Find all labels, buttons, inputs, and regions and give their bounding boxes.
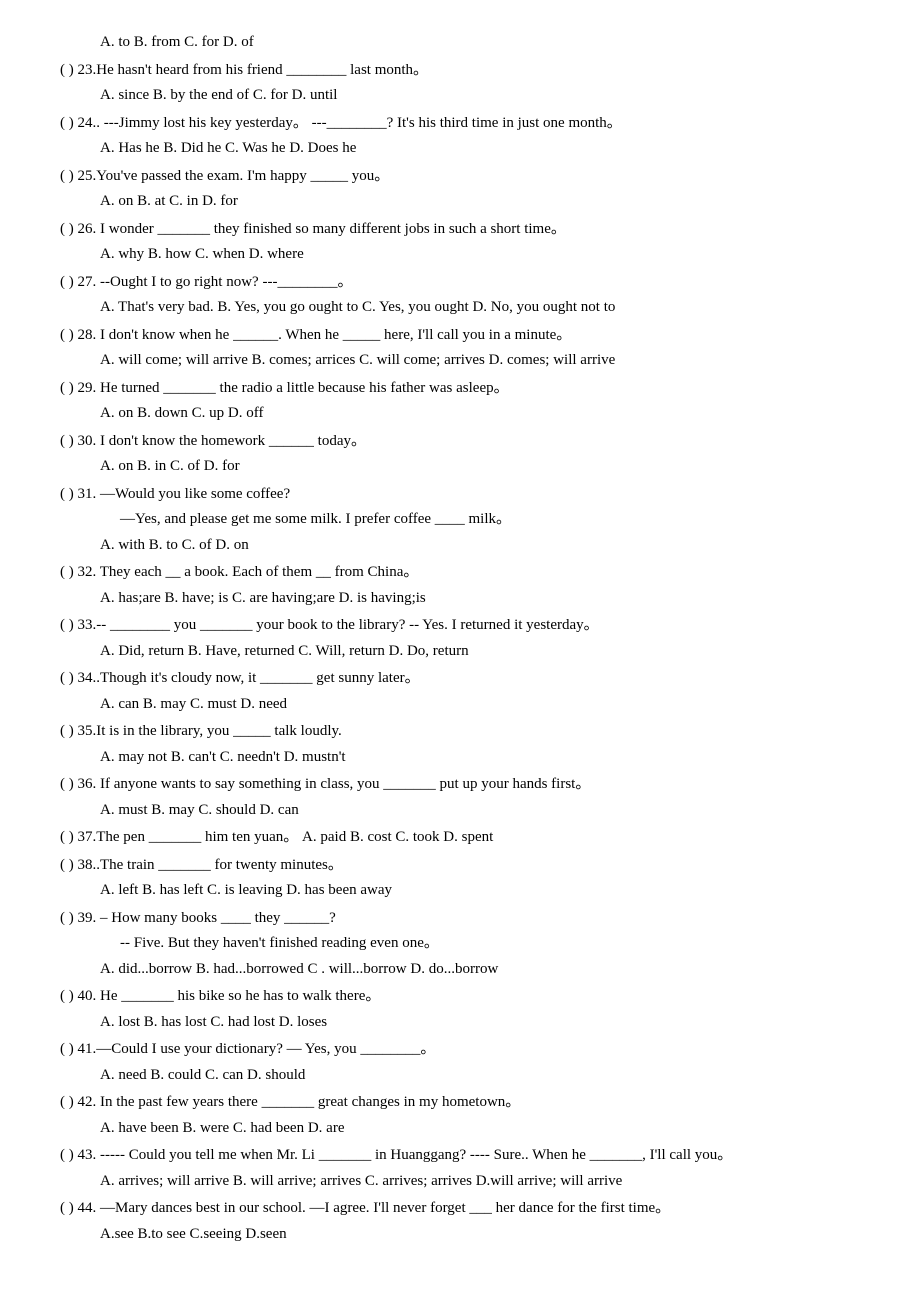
q44-block: ( ) 44. —Mary dances best in our school.… xyxy=(60,1196,860,1247)
q24-block: ( ) 24.. ---Jimmy lost his key yesterday… xyxy=(60,111,860,162)
top-options: A. to B. from C. for D. of xyxy=(60,30,860,56)
q28-question: ( ) 28. I don't know when he ______. Whe… xyxy=(60,323,860,349)
q42-block: ( ) 42. In the past few years there ____… xyxy=(60,1090,860,1141)
q24-options: A. Has he B. Did he C. Was he D. Does he xyxy=(60,136,860,162)
q33-block: ( ) 33.-- ________ you _______ your book… xyxy=(60,613,860,664)
top-options-block: A. to B. from C. for D. of xyxy=(60,30,860,56)
q40-question: ( ) 40. He _______ his bike so he has to… xyxy=(60,984,860,1010)
q26-question: ( ) 26. I wonder _______ they finished s… xyxy=(60,217,860,243)
q41-question: ( ) 41.—Could I use your dictionary? — Y… xyxy=(60,1037,860,1063)
q27-block: ( ) 27. --Ought I to go right now? ---__… xyxy=(60,270,860,321)
q33-options: A. Did, return B. Have, returned C. Will… xyxy=(60,639,860,665)
q37-question: ( ) 37.The pen _______ him ten yuan。 A. … xyxy=(60,825,860,851)
q34-question: ( ) 34..Though it's cloudy now, it _____… xyxy=(60,666,860,692)
q38-question: ( ) 38..The train _______ for twenty min… xyxy=(60,853,860,879)
q35-options: A. may not B. can't C. needn't D. mustn'… xyxy=(60,745,860,771)
q40-block: ( ) 40. He _______ his bike so he has to… xyxy=(60,984,860,1035)
q39-sub: -- Five. But they haven't finished readi… xyxy=(60,931,860,957)
q36-question: ( ) 36. If anyone wants to say something… xyxy=(60,772,860,798)
q40-options: A. lost B. has lost C. had lost D. loses xyxy=(60,1010,860,1036)
q28-block: ( ) 28. I don't know when he ______. Whe… xyxy=(60,323,860,374)
q31-sub: —Yes, and please get me some milk. I pre… xyxy=(60,507,860,533)
q38-block: ( ) 38..The train _______ for twenty min… xyxy=(60,853,860,904)
q31-options: A. with B. to C. of D. on xyxy=(60,533,860,559)
quiz-container: A. to B. from C. for D. of ( ) 23.He has… xyxy=(60,30,860,1247)
q32-options: A. has;are B. have; is C. are having;are… xyxy=(60,586,860,612)
q31-question: ( ) 31. —Would you like some coffee? xyxy=(60,482,860,508)
q43-question: ( ) 43. ----- Could you tell me when Mr.… xyxy=(60,1143,860,1169)
q35-question: ( ) 35.It is in the library, you _____ t… xyxy=(60,719,860,745)
q37-block: ( ) 37.The pen _______ him ten yuan。 A. … xyxy=(60,825,860,851)
q30-block: ( ) 30. I don't know the homework ______… xyxy=(60,429,860,480)
q32-block: ( ) 32. They each __ a book. Each of the… xyxy=(60,560,860,611)
q41-options: A. need B. could C. can D. should xyxy=(60,1063,860,1089)
q31-block: ( ) 31. —Would you like some coffee? —Ye… xyxy=(60,482,860,559)
q39-options: A. did...borrow B. had...borrowed C . wi… xyxy=(60,957,860,983)
q32-question: ( ) 32. They each __ a book. Each of the… xyxy=(60,560,860,586)
q27-question: ( ) 27. --Ought I to go right now? ---__… xyxy=(60,270,860,296)
q39-block: ( ) 39. – How many books ____ they _____… xyxy=(60,906,860,983)
q34-block: ( ) 34..Though it's cloudy now, it _____… xyxy=(60,666,860,717)
q30-options: A. on B. in C. of D. for xyxy=(60,454,860,480)
q35-block: ( ) 35.It is in the library, you _____ t… xyxy=(60,719,860,770)
q26-block: ( ) 26. I wonder _______ they finished s… xyxy=(60,217,860,268)
q25-options: A. on B. at C. in D. for xyxy=(60,189,860,215)
q29-question: ( ) 29. He turned _______ the radio a li… xyxy=(60,376,860,402)
q43-block: ( ) 43. ----- Could you tell me when Mr.… xyxy=(60,1143,860,1194)
q34-options: A. can B. may C. must D. need xyxy=(60,692,860,718)
q39-question: ( ) 39. – How many books ____ they _____… xyxy=(60,906,860,932)
q36-block: ( ) 36. If anyone wants to say something… xyxy=(60,772,860,823)
q30-question: ( ) 30. I don't know the homework ______… xyxy=(60,429,860,455)
q41-block: ( ) 41.—Could I use your dictionary? — Y… xyxy=(60,1037,860,1088)
q23-question: ( ) 23.He hasn't heard from his friend _… xyxy=(60,58,860,84)
q43-options: A. arrives; will arrive B. will arrive; … xyxy=(60,1169,860,1195)
q42-question: ( ) 42. In the past few years there ____… xyxy=(60,1090,860,1116)
q42-options: A. have been B. were C. had been D. are xyxy=(60,1116,860,1142)
q26-options: A. why B. how C. when D. where xyxy=(60,242,860,268)
q44-question: ( ) 44. —Mary dances best in our school.… xyxy=(60,1196,860,1222)
q38-options: A. left B. has left C. is leaving D. has… xyxy=(60,878,860,904)
q33-question: ( ) 33.-- ________ you _______ your book… xyxy=(60,613,860,639)
q23-options: A. since B. by the end of C. for D. unti… xyxy=(60,83,860,109)
q44-options: A.see B.to see C.seeing D.seen xyxy=(60,1222,860,1248)
q28-options: A. will come; will arrive B. comes; arri… xyxy=(60,348,860,374)
q25-block: ( ) 25.You've passed the exam. I'm happy… xyxy=(60,164,860,215)
q29-options: A. on B. down C. up D. off xyxy=(60,401,860,427)
q36-options: A. must B. may C. should D. can xyxy=(60,798,860,824)
q29-block: ( ) 29. He turned _______ the radio a li… xyxy=(60,376,860,427)
q23-block: ( ) 23.He hasn't heard from his friend _… xyxy=(60,58,860,109)
q27-options: A. That's very bad. B. Yes, you go ought… xyxy=(60,295,860,321)
q25-question: ( ) 25.You've passed the exam. I'm happy… xyxy=(60,164,860,190)
q24-question: ( ) 24.. ---Jimmy lost his key yesterday… xyxy=(60,111,860,137)
